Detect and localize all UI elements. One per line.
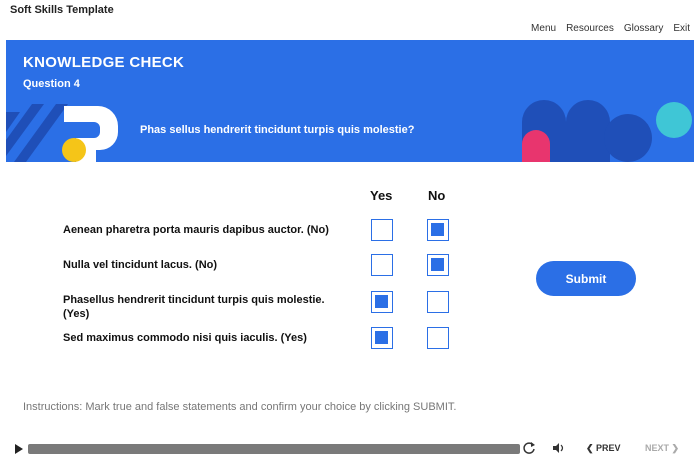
checkbox-row1-yes[interactable] [371,219,393,241]
nav-resources-link[interactable]: Resources [566,23,614,34]
nav-glossary-link[interactable]: Glossary [624,23,663,34]
checkbox-row3-yes[interactable] [371,291,393,313]
question-content: Yes No Aenean pharetra porta mauris dapi… [0,162,700,432]
progress-track[interactable] [28,444,520,454]
next-button[interactable]: NEXT ❯ [645,443,679,454]
banner-title: KNOWLEDGE CHECK [23,54,185,71]
app-title: Soft Skills Template [10,4,114,16]
statement-row-4: Sed maximus commodo nisi quis iaculis. (… [63,332,307,344]
checkbox-row2-no[interactable] [427,254,449,276]
statement-row-1: Aenean pharetra porta mauris dapibus auc… [63,224,329,236]
media-player-bar: ❮ PREV NEXT ❯ [0,438,700,460]
question-number: Question 4 [23,78,80,90]
nav-exit-link[interactable]: Exit [673,23,690,34]
checkbox-row3-no[interactable] [427,291,449,313]
replay-icon[interactable] [522,441,536,455]
column-header-no: No [428,188,446,203]
checkbox-row4-no[interactable] [427,327,449,349]
statement-row-3: Phasellus hendrerit tincidunt turpis qui… [63,294,325,320]
submit-button[interactable]: Submit [536,261,636,296]
volume-icon[interactable] [552,442,566,454]
checkbox-row1-no[interactable] [427,219,449,241]
statement-row-2: Nulla vel tincidunt lacus. (No) [63,259,218,271]
prev-button[interactable]: ❮ PREV [586,443,621,454]
instructions-text: Instructions: Mark true and false statem… [23,401,457,413]
top-nav: Menu Resources Glossary Exit [531,23,690,34]
checkbox-row4-yes[interactable] [371,327,393,349]
play-icon[interactable] [14,443,24,455]
checkbox-row2-yes[interactable] [371,254,393,276]
column-header-yes: Yes [370,188,393,203]
question-banner: KNOWLEDGE CHECK Question 4 Phas sellus h… [6,40,694,162]
question-text: Phas sellus hendrerit tincidunt turpis q… [140,124,415,136]
nav-menu-link[interactable]: Menu [531,23,556,34]
